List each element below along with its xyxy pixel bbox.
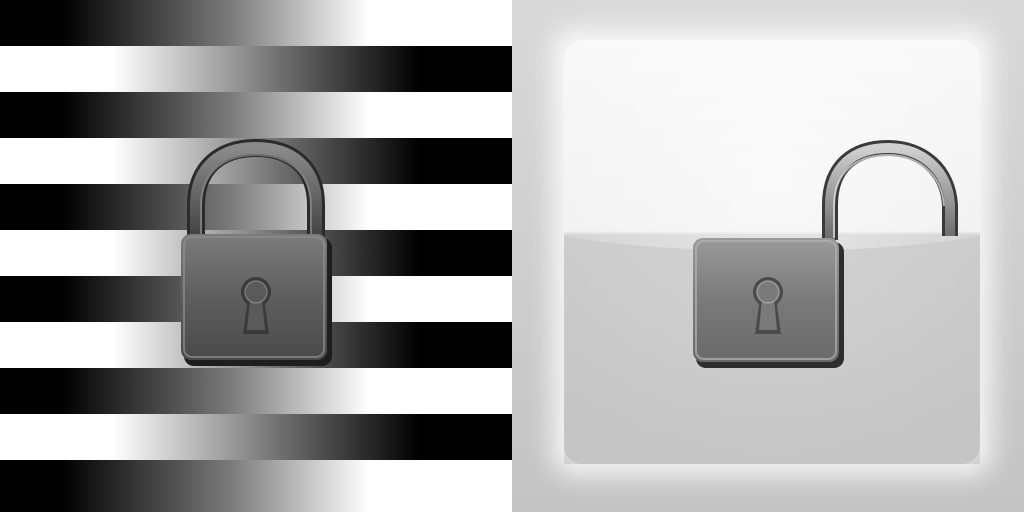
unlocked-panel-graphic — [512, 0, 1024, 512]
locked-panel-graphic — [0, 0, 512, 512]
lock-comparison-image — [0, 0, 1024, 512]
unlocked-panel — [512, 0, 1024, 512]
locked-panel — [0, 0, 512, 512]
